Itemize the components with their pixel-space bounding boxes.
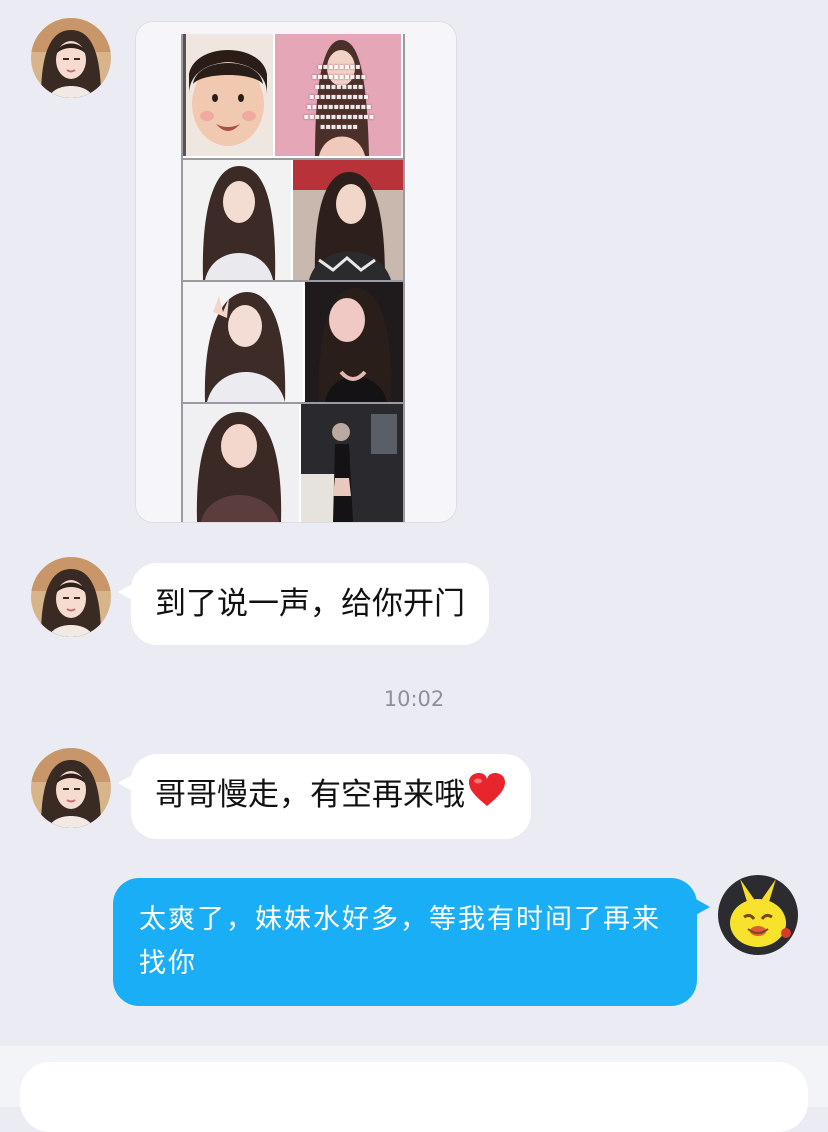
yellow-cartoon-rabbit-avatar-icon	[718, 875, 798, 955]
message-input[interactable]	[20, 1062, 808, 1132]
contact-avatar[interactable]	[31, 557, 111, 637]
collage-photo	[183, 282, 303, 402]
contact-avatar-image	[31, 18, 111, 98]
red-heart-emoji-icon	[467, 772, 507, 817]
photo-collage: ▪▪▪▪▪▪▪▪ ▪▪▪▪▪▪▪▪▪▪ ▪▪▪▪▪▪▪▪▪ ▪▪▪▪▪▪▪▪▪▪…	[181, 34, 405, 522]
incoming-message-bubble[interactable]: 到了说一声，给你开门	[118, 563, 489, 645]
collage-photo	[183, 160, 291, 280]
incoming-message-bubble[interactable]: 哥哥慢走，有空再来哦	[118, 754, 531, 839]
message-text: 太爽了，妹妹水好多，等我有时间了再来找你	[139, 904, 661, 979]
collage-photo	[293, 160, 403, 280]
contact-avatar-image	[31, 557, 111, 637]
contact-avatar[interactable]	[31, 748, 111, 828]
message-text: 哥哥慢走，有空再来哦	[155, 777, 465, 813]
image-message[interactable]: ▪▪▪▪▪▪▪▪ ▪▪▪▪▪▪▪▪▪▪ ▪▪▪▪▪▪▪▪▪ ▪▪▪▪▪▪▪▪▪▪…	[135, 21, 457, 523]
self-avatar[interactable]	[718, 875, 798, 955]
collage-photo	[301, 404, 403, 522]
collage-photo	[305, 282, 403, 402]
collage-photo	[183, 404, 299, 522]
outgoing-message-bubble[interactable]: 太爽了，妹妹水好多，等我有时间了再来找你	[113, 878, 710, 1006]
baby-photo	[183, 34, 273, 156]
contact-avatar-image	[31, 748, 111, 828]
message-timestamp: 10:02	[383, 687, 445, 711]
message-input-bar	[0, 1046, 828, 1132]
collage-poster: ▪▪▪▪▪▪▪▪ ▪▪▪▪▪▪▪▪▪▪ ▪▪▪▪▪▪▪▪▪ ▪▪▪▪▪▪▪▪▪▪…	[275, 34, 401, 156]
contact-avatar[interactable]	[31, 18, 111, 98]
collage-photo	[183, 34, 273, 156]
message-text: 到了说一声，给你开门	[155, 586, 465, 622]
